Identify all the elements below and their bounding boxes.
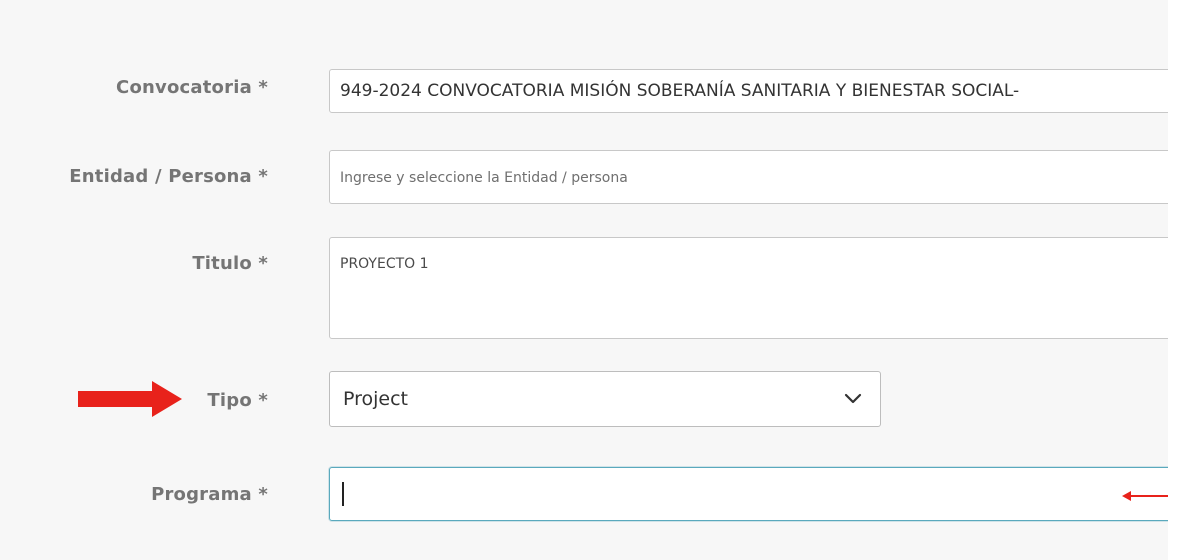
tipo-label: Tipo * <box>207 390 268 411</box>
convocatoria-label: Convocatoria * <box>116 77 268 98</box>
entidad-placeholder: Ingrese y seleccione la Entidad / person… <box>340 170 628 186</box>
entidad-label: Entidad / Persona * <box>69 166 268 187</box>
tipo-selected-value: Project <box>343 388 409 410</box>
chevron-down-icon[interactable] <box>844 392 862 406</box>
programa-label: Programa * <box>151 484 268 505</box>
form-panel: Convocatoria * 949-2024 CONVOCATORIA MIS… <box>0 0 1168 560</box>
page-edge <box>1168 0 1179 560</box>
titulo-value: PROYECTO 1 <box>340 256 429 272</box>
text-cursor <box>342 482 344 506</box>
red-arrow-small-icon <box>1122 491 1168 501</box>
titulo-label: Titulo * <box>192 253 268 274</box>
red-arrow-icon <box>78 381 182 417</box>
convocatoria-value: 949-2024 CONVOCATORIA MISIÓN SOBERANÍA S… <box>340 81 1020 101</box>
entidad-field[interactable]: Ingrese y seleccione la Entidad / person… <box>329 150 1168 204</box>
programa-field[interactable] <box>329 467 1168 521</box>
convocatoria-field[interactable]: 949-2024 CONVOCATORIA MISIÓN SOBERANÍA S… <box>329 69 1168 113</box>
tipo-select[interactable]: Project <box>329 371 881 427</box>
titulo-textarea[interactable]: PROYECTO 1 <box>329 237 1168 339</box>
